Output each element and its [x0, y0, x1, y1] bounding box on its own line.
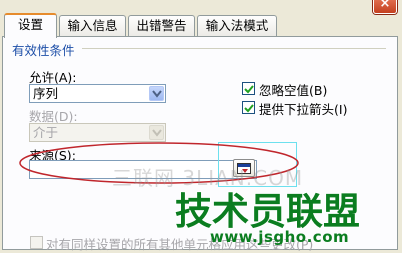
dropdown-arrow-checkbox[interactable] — [242, 101, 255, 114]
group-title: 有效性条件 — [12, 43, 75, 58]
checkmark-icon — [244, 85, 254, 94]
chevron-down-icon[interactable] — [149, 86, 164, 101]
close-icon: × — [379, 0, 391, 11]
brand-watermark-logo: 技术员联盟 — [175, 189, 361, 230]
checkmark-icon — [244, 104, 254, 113]
watermark-text: 三联网 3LIAN.COM — [112, 166, 304, 190]
group-divider — [82, 48, 386, 49]
dropdown-arrow-label: 提供下拉箭头(I) — [259, 102, 348, 117]
data-value: 介于 — [33, 125, 59, 140]
brand-watermark-text: 技术员联盟 — [175, 190, 360, 230]
tab-input-message[interactable]: 输入信息 — [59, 15, 126, 36]
tab-error-alert[interactable]: 出错警告 — [128, 15, 195, 36]
tab-settings[interactable]: 设置 — [4, 13, 57, 38]
dialog-titlebar — [0, 0, 402, 14]
ignore-blank-checkbox[interactable] — [242, 82, 255, 95]
watermark-url: www.jsgho.com — [210, 228, 350, 246]
chevron-down-icon[interactable] — [149, 125, 164, 140]
tab-ime-mode[interactable]: 输入法模式 — [197, 15, 277, 36]
close-button[interactable]: × — [373, 0, 397, 14]
ignore-blank-label: 忽略空值(B) — [259, 83, 328, 98]
data-select[interactable]: 介于 — [29, 123, 166, 142]
allow-value: 序列 — [33, 86, 59, 101]
apply-all-checkbox[interactable] — [30, 236, 43, 249]
allow-select[interactable]: 序列 — [29, 84, 166, 103]
